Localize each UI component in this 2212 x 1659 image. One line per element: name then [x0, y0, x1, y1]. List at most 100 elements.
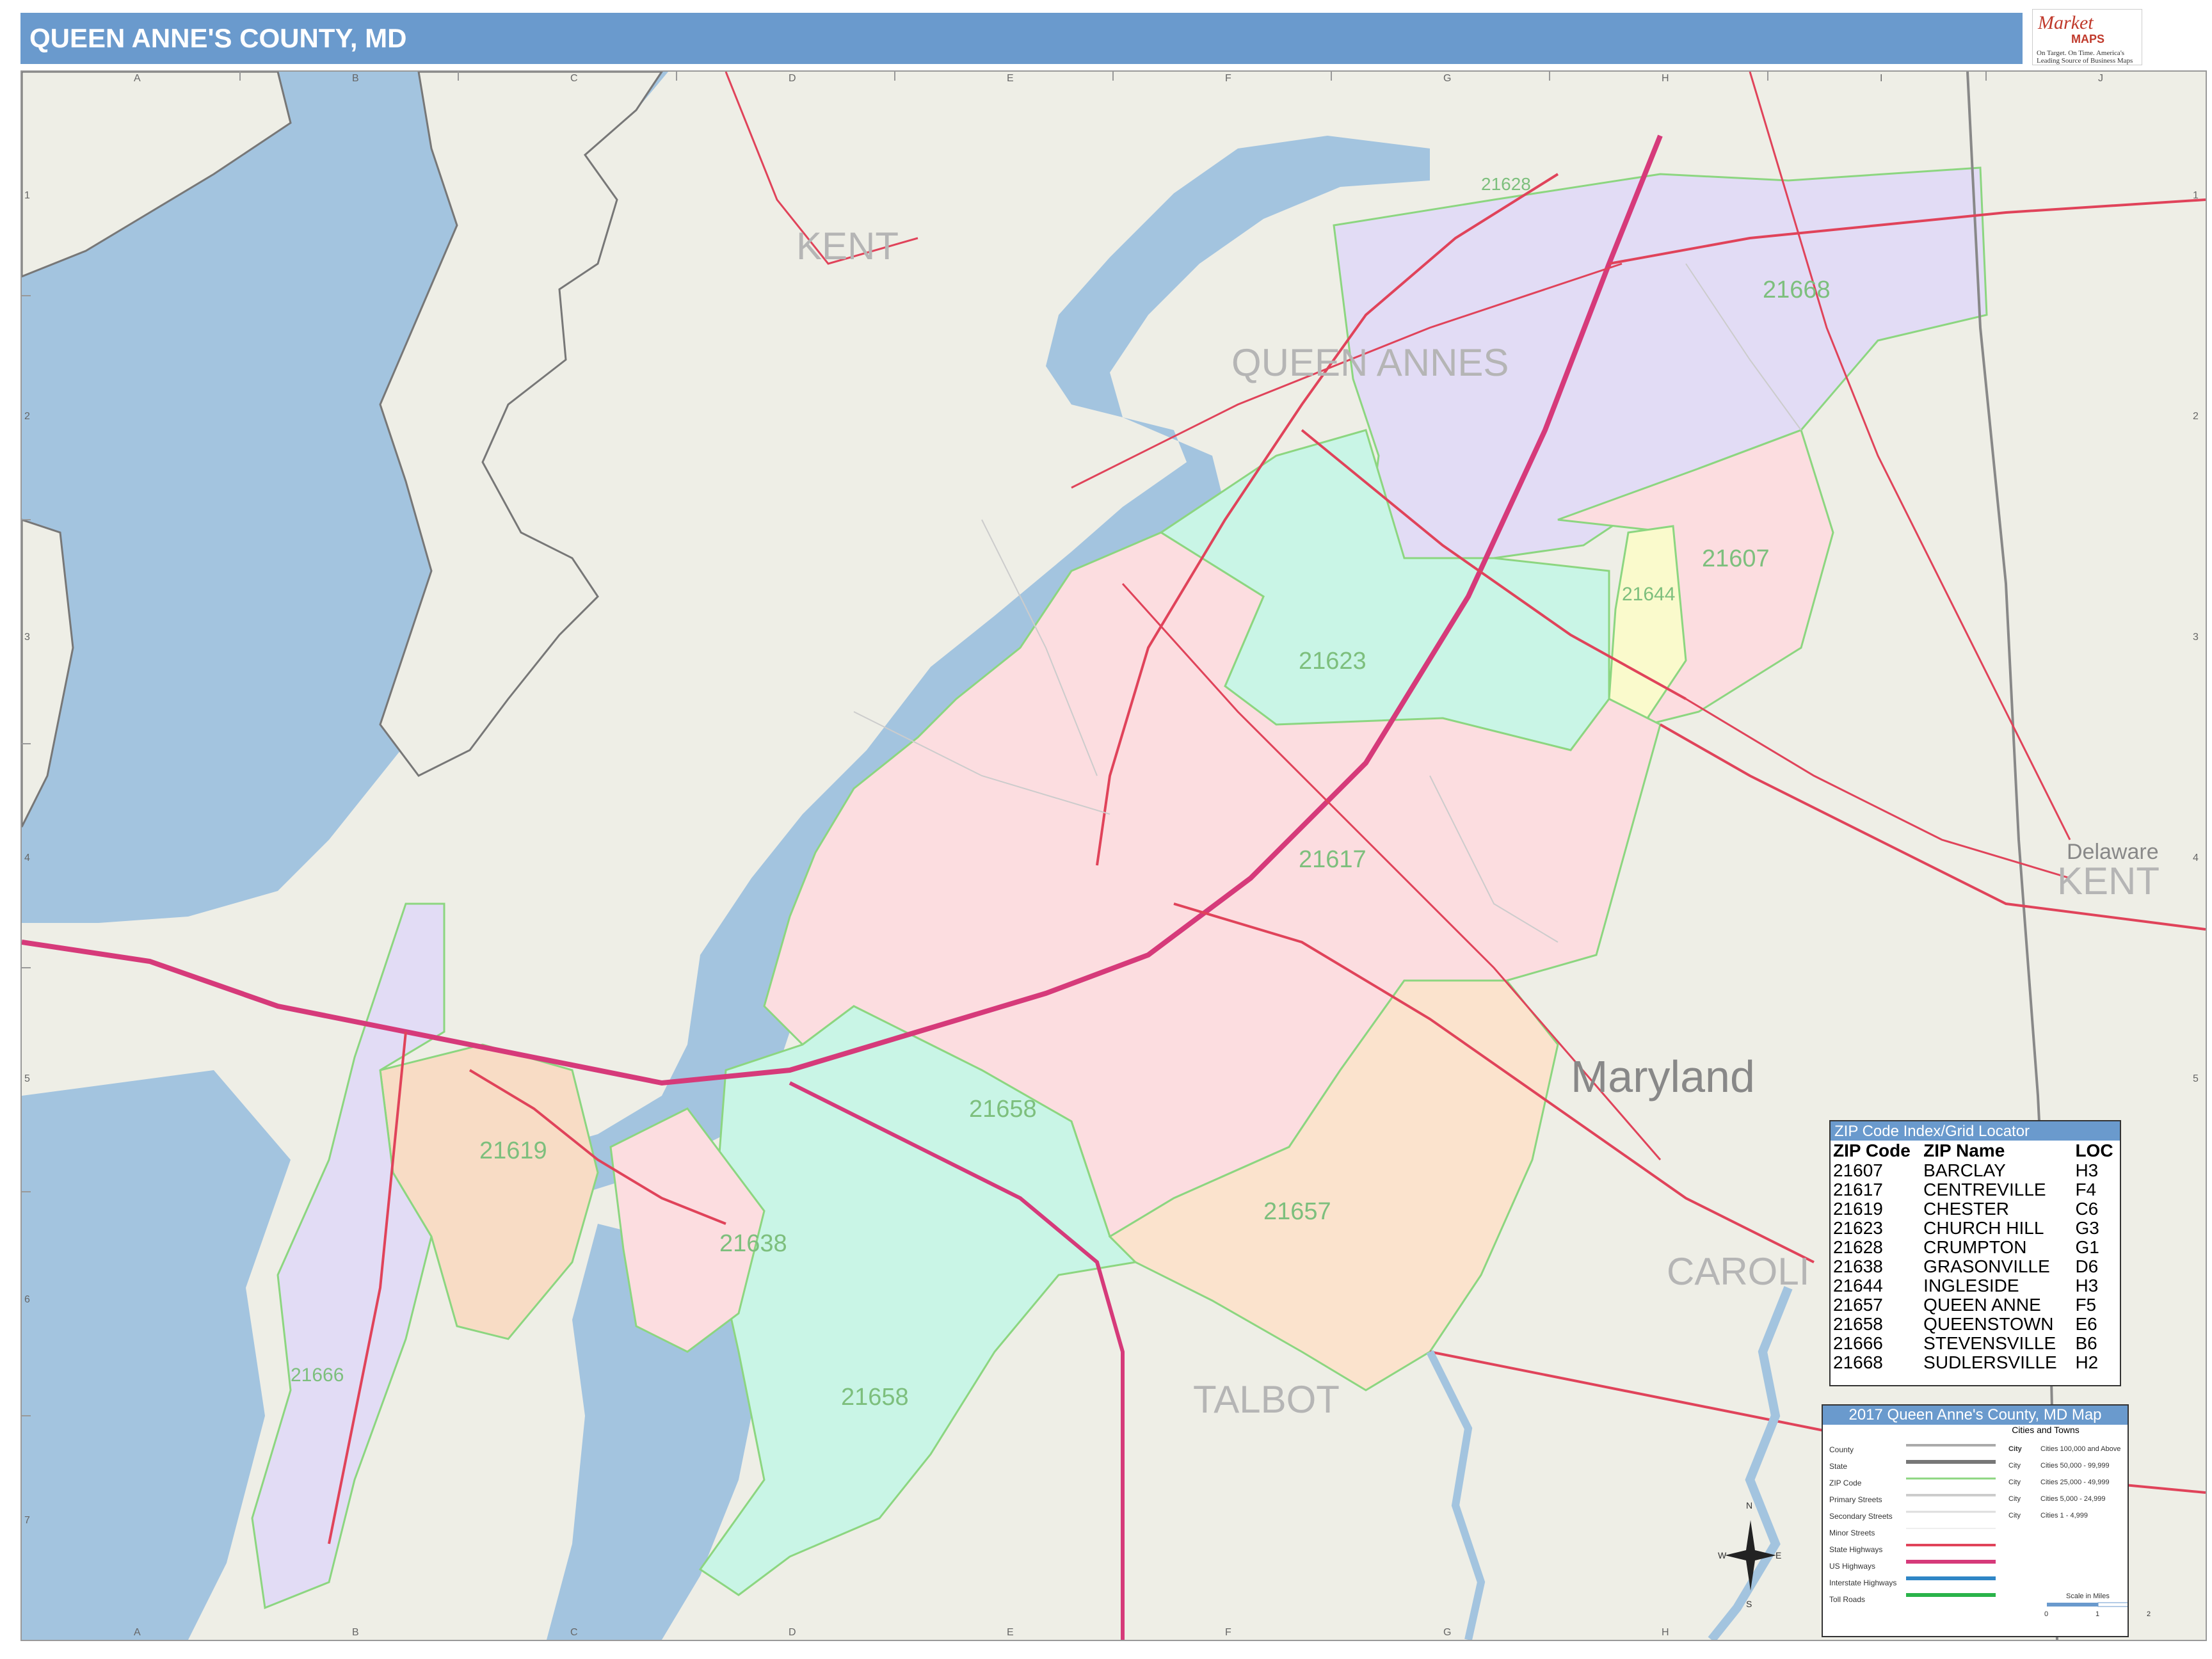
grid-col-label: F [1225, 73, 1231, 84]
legend-item-label: Toll Roads [1829, 1595, 1866, 1604]
cell-zip: 21668 [1833, 1352, 1883, 1372]
cell-zip: 21607 [1833, 1160, 1883, 1180]
table-row: 21668 SUDLERSVILLE H2 [1831, 1353, 2120, 1372]
compass-rose-icon [1725, 1520, 1776, 1591]
table-row: 21657 QUEEN ANNE F5 [1831, 1295, 2120, 1315]
grid-row-label: 5 [2193, 1073, 2199, 1084]
legend-item-label: Minor Streets [1829, 1528, 1875, 1537]
grid-row-label: 5 [24, 1073, 30, 1084]
table-row: 21658 QUEENSTOWN E6 [1831, 1315, 2120, 1334]
table-row: 21638 GRASONVILLE D6 [1831, 1257, 2120, 1276]
zip-label-21619: 21619 [479, 1137, 547, 1164]
legend-city-sample: City [2008, 1512, 2021, 1519]
legend-item-label: County [1829, 1445, 1854, 1454]
cell-zip: 21638 [1833, 1256, 1883, 1276]
cell-loc: G3 [2075, 1218, 2099, 1238]
grid-row-label: 7 [24, 1515, 30, 1526]
zip-label-21658: 21658 [969, 1096, 1037, 1123]
table-row: 21623 CHURCH HILL G3 [1831, 1219, 2120, 1238]
map-title: QUEEN ANNE'S COUNTY, MD [29, 23, 407, 53]
zip-index-title: ZIP Code Index/Grid Locator [1831, 1121, 2120, 1141]
grid-col-label: D [789, 1627, 796, 1638]
region-label-talbot: TALBOT [1193, 1378, 1340, 1421]
logo-line2: MAPS [2071, 33, 2105, 45]
region-label-maryland: Maryland [1571, 1052, 1755, 1102]
compass-n: N [1746, 1500, 1753, 1511]
legend-city-sample: City [2008, 1495, 2021, 1503]
cell-zip: 21619 [1833, 1199, 1883, 1219]
cell-loc: H2 [2075, 1352, 2099, 1372]
legend-title: 2017 Queen Anne's County, MD Map [1823, 1406, 2128, 1425]
zip-label-21623: 21623 [1299, 648, 1366, 675]
cell-name: CHESTER [1923, 1199, 2009, 1219]
grid-col-label: A [134, 73, 141, 84]
header-zip-code: ZIP Code [1833, 1141, 1911, 1160]
table-row: 21619 CHESTER C6 [1831, 1199, 2120, 1219]
grid-col-label: E [1007, 1627, 1014, 1638]
legend-city-range: Cities 1 - 4,999 [2040, 1512, 2088, 1519]
grid-row-label: 3 [24, 632, 30, 643]
cell-zip: 21628 [1833, 1237, 1883, 1257]
cell-zip: 21657 [1833, 1295, 1883, 1315]
region-label-kent: KENT [796, 225, 899, 268]
cell-loc: H3 [2075, 1276, 2099, 1295]
legend-city-sample: City [2008, 1462, 2021, 1470]
cell-loc: F4 [2075, 1180, 2097, 1199]
cell-name: QUEEN ANNE [1923, 1295, 2041, 1315]
header-loc: LOC [2075, 1141, 2113, 1160]
grid-col-label: C [570, 73, 578, 84]
grid-col-label: G [1443, 73, 1452, 84]
legend-item-label: Interstate Highways [1829, 1578, 1897, 1587]
zip-label-21657: 21657 [1263, 1198, 1331, 1225]
cell-name: INGLESIDE [1923, 1276, 2019, 1295]
grid-col-label: A [134, 1627, 141, 1638]
zip-label-21644: 21644 [1622, 584, 1676, 605]
table-row: 21607 BARCLAY H3 [1831, 1161, 2120, 1180]
legend-item-label: ZIP Code [1829, 1479, 1862, 1487]
region-label-queen-annes: QUEEN ANNES [1231, 341, 1509, 384]
grid-row-label: 2 [2193, 411, 2199, 422]
grid-col-label: H [1662, 73, 1669, 84]
grid-row-label: 1 [24, 190, 30, 201]
cell-name: CHURCH HILL [1923, 1218, 2044, 1238]
cell-name: CRUMPTON [1923, 1237, 2027, 1257]
cell-loc: E6 [2075, 1314, 2097, 1334]
grid-col-label: J [2098, 73, 2103, 84]
cell-loc: H3 [2075, 1160, 2099, 1180]
grid-row-label: 1 [2193, 190, 2199, 201]
zip-label-21658-south: 21658 [841, 1384, 909, 1411]
legend-city-range: Cities 25,000 - 49,999 [2040, 1479, 2110, 1486]
grid-col-label: G [1443, 1627, 1452, 1638]
grid-row-label: 4 [2193, 853, 2199, 863]
grid-col-label: C [570, 1627, 578, 1638]
cell-zip: 21658 [1833, 1314, 1883, 1334]
logo-line1: Market [2038, 12, 2094, 33]
zip-label-21617: 21617 [1299, 846, 1366, 873]
cell-loc: C6 [2075, 1199, 2099, 1219]
legend-city-sample: City [2008, 1445, 2022, 1453]
scale-tick: 0 [2044, 1610, 2049, 1618]
cell-name: STEVENSVILLE [1923, 1333, 2056, 1353]
grid-col-label: F [1225, 1627, 1231, 1638]
legend-item-label: Primary Streets [1829, 1495, 1882, 1504]
grid-row-label: 6 [24, 1294, 30, 1305]
cell-name: SUDLERSVILLE [1923, 1352, 2057, 1372]
cell-name: QUEENSTOWN [1923, 1314, 2054, 1334]
legend-city-range: Cities 100,000 and Above [2040, 1445, 2121, 1453]
region-label-caroline: CAROLI [1667, 1250, 1810, 1293]
scale-title: Scale in Miles [2066, 1592, 2110, 1600]
legend-city-range: Cities 50,000 - 99,999 [2040, 1462, 2110, 1470]
legend-item-label: US Highways [1829, 1562, 1876, 1571]
legend-item-label: Secondary Streets [1829, 1512, 1893, 1521]
cell-loc: F5 [2075, 1295, 2097, 1315]
table-row: 21617 CENTREVILLE F4 [1831, 1180, 2120, 1199]
cell-name: CENTREVILLE [1923, 1180, 2046, 1199]
cell-loc: D6 [2075, 1256, 2099, 1276]
grid-row-label: 3 [2193, 632, 2199, 643]
eastern-bay [22, 1070, 291, 1640]
grid-col-label: I [1880, 73, 1883, 84]
zip-index-header-row: ZIP Code ZIP Name LOC [1831, 1141, 2120, 1161]
scale-tick: 2 [2147, 1610, 2151, 1618]
grid-col-label: B [352, 73, 359, 84]
zip-index-table: ZIP Code ZIP Name LOC 21607 BARCLAY H3 216… [1831, 1141, 2120, 1372]
